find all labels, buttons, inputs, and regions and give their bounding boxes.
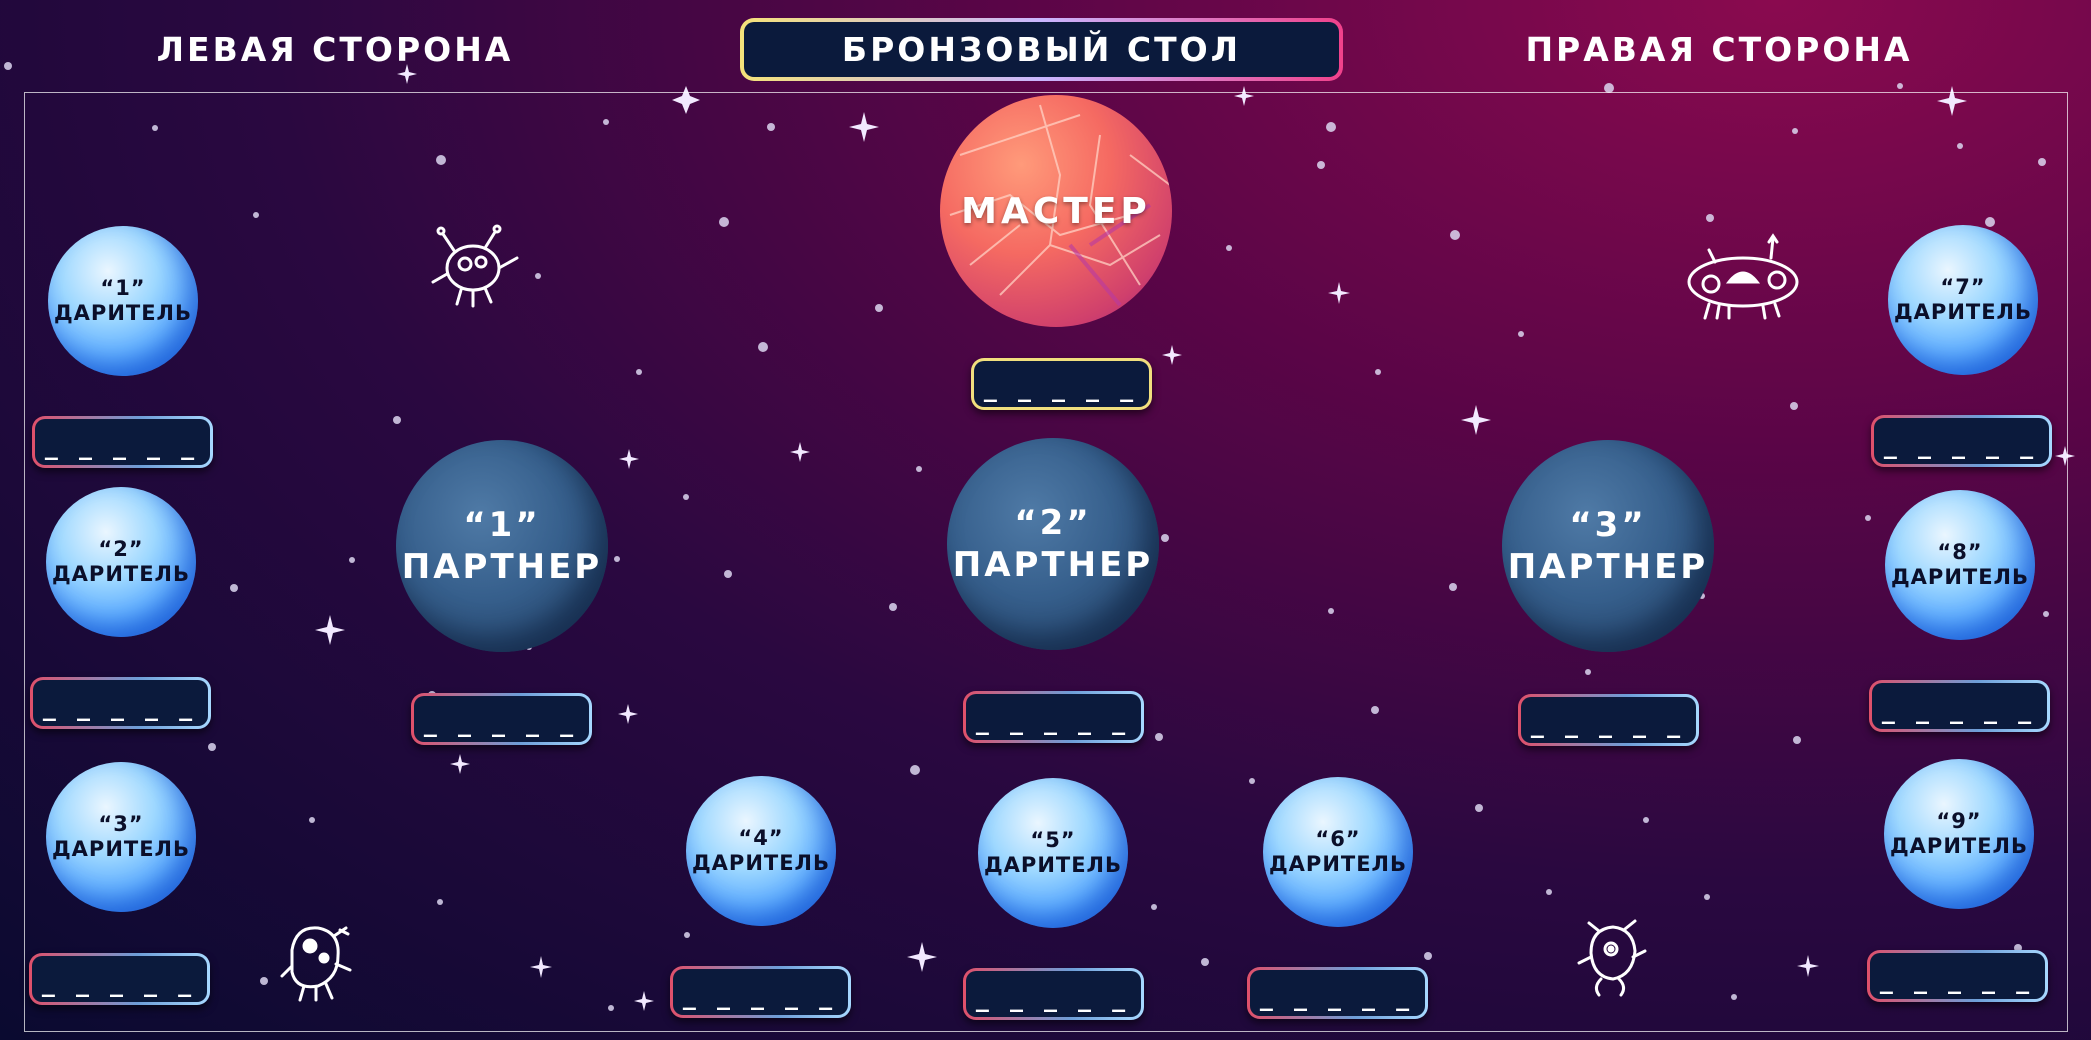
giver-number: “1” (100, 276, 146, 300)
giver-planet-7[interactable]: “7” ДАРИТЕЛЬ (1888, 225, 2038, 375)
giver-label: ДАРИТЕЛЬ (51, 562, 191, 586)
partner-slot-text: _ _ _ _ _ (414, 696, 589, 742)
giver-planet-2[interactable]: “2” ДАРИТЕЛЬ (46, 487, 196, 637)
partner-number: “2” (1014, 503, 1092, 543)
partner-label: ПАРТНЕР (1507, 547, 1709, 587)
giver-slot-text: _ _ _ _ _ (35, 419, 210, 465)
giver-slot-4[interactable]: _ _ _ _ _ (670, 966, 851, 1018)
robot-critter-icon (1577, 919, 1647, 997)
giver-label: ДАРИТЕЛЬ (53, 301, 193, 325)
alien-critter-icon (431, 224, 519, 308)
partner-number: “1” (463, 505, 541, 545)
giver-slot-5[interactable]: _ _ _ _ _ (963, 968, 1144, 1020)
partner-slot-2[interactable]: _ _ _ _ _ (963, 691, 1144, 743)
giver-slot-7[interactable]: _ _ _ _ _ (1871, 415, 2052, 467)
giver-planet-3[interactable]: “3” ДАРИТЕЛЬ (46, 762, 196, 912)
left-side-title: ЛЕВАЯ СТОРОНА (156, 30, 514, 69)
right-side-title: ПРАВАЯ СТОРОНА (1525, 30, 1913, 69)
ufo-critter-icon (1687, 233, 1799, 320)
giver-label: ДАРИТЕЛЬ (691, 851, 831, 875)
giver-number: “8” (1937, 540, 1983, 564)
giver-planet-1[interactable]: “1” ДАРИТЕЛЬ (48, 226, 198, 376)
partner-planet-2[interactable]: “2” ПАРТНЕР (947, 438, 1159, 650)
giver-planet-8[interactable]: “8” ДАРИТЕЛЬ (1885, 490, 2035, 640)
giver-planet-6[interactable]: “6” ДАРИТЕЛЬ (1263, 777, 1413, 927)
giver-slot-9[interactable]: _ _ _ _ _ (1867, 950, 2048, 1002)
giver-number: “2” (98, 537, 144, 561)
giver-label: ДАРИТЕЛЬ (1889, 834, 2029, 858)
giver-number: “3” (98, 812, 144, 836)
master-planet[interactable]: МАСТЕР (940, 95, 1172, 327)
master-slot-text: _ _ _ _ _ (974, 361, 1149, 407)
monster-critter-icon (280, 926, 352, 1002)
giver-number: “6” (1315, 827, 1361, 851)
giver-planet-5[interactable]: “5” ДАРИТЕЛЬ (978, 778, 1128, 928)
giver-number: “9” (1936, 809, 1982, 833)
giver-slot-text: _ _ _ _ _ (1874, 418, 2049, 464)
partner-slot-1[interactable]: _ _ _ _ _ (411, 693, 592, 745)
partner-label: ПАРТНЕР (401, 547, 603, 587)
giver-slot-text: _ _ _ _ _ (673, 969, 848, 1015)
giver-number: “4” (738, 826, 784, 850)
giver-label: ДАРИТЕЛЬ (51, 837, 191, 861)
master-slot[interactable]: _ _ _ _ _ (971, 358, 1152, 410)
giver-label: ДАРИТЕЛЬ (1268, 852, 1408, 876)
giver-slot-text: _ _ _ _ _ (1872, 683, 2047, 729)
giver-slot-1[interactable]: _ _ _ _ _ (32, 416, 213, 468)
giver-planet-4[interactable]: “4” ДАРИТЕЛЬ (686, 776, 836, 926)
giver-label: ДАРИТЕЛЬ (983, 853, 1123, 877)
giver-slot-text: _ _ _ _ _ (32, 956, 207, 1002)
giver-slot-6[interactable]: _ _ _ _ _ (1247, 967, 1428, 1019)
partner-planet-3[interactable]: “3” ПАРТНЕР (1502, 440, 1714, 652)
giver-number: “5” (1030, 828, 1076, 852)
giver-label: ДАРИТЕЛЬ (1893, 300, 2033, 324)
giver-slot-2[interactable]: _ _ _ _ _ (30, 677, 211, 729)
giver-slot-text: _ _ _ _ _ (1870, 953, 2045, 999)
partner-slot-text: _ _ _ _ _ (966, 694, 1141, 740)
partner-planet-1[interactable]: “1” ПАРТНЕР (396, 440, 608, 652)
giver-slot-text: _ _ _ _ _ (966, 971, 1141, 1017)
giver-slot-text: _ _ _ _ _ (33, 680, 208, 726)
giver-label: ДАРИТЕЛЬ (1890, 565, 2030, 589)
giver-slot-8[interactable]: _ _ _ _ _ (1869, 680, 2050, 732)
master-label: МАСТЕР (961, 190, 1151, 232)
partner-slot-text: _ _ _ _ _ (1521, 697, 1696, 743)
giver-planet-9[interactable]: “9” ДАРИТЕЛЬ (1884, 759, 2034, 909)
center-title: БРОНЗОВЫЙ СТОЛ (744, 22, 1339, 77)
giver-slot-3[interactable]: _ _ _ _ _ (29, 953, 210, 1005)
partner-slot-3[interactable]: _ _ _ _ _ (1518, 694, 1699, 746)
giver-number: “7” (1940, 275, 1986, 299)
partner-number: “3” (1569, 505, 1647, 545)
partner-label: ПАРТНЕР (952, 545, 1154, 585)
giver-slot-text: _ _ _ _ _ (1250, 970, 1425, 1016)
center-title-box: БРОНЗОВЫЙ СТОЛ (740, 18, 1343, 81)
